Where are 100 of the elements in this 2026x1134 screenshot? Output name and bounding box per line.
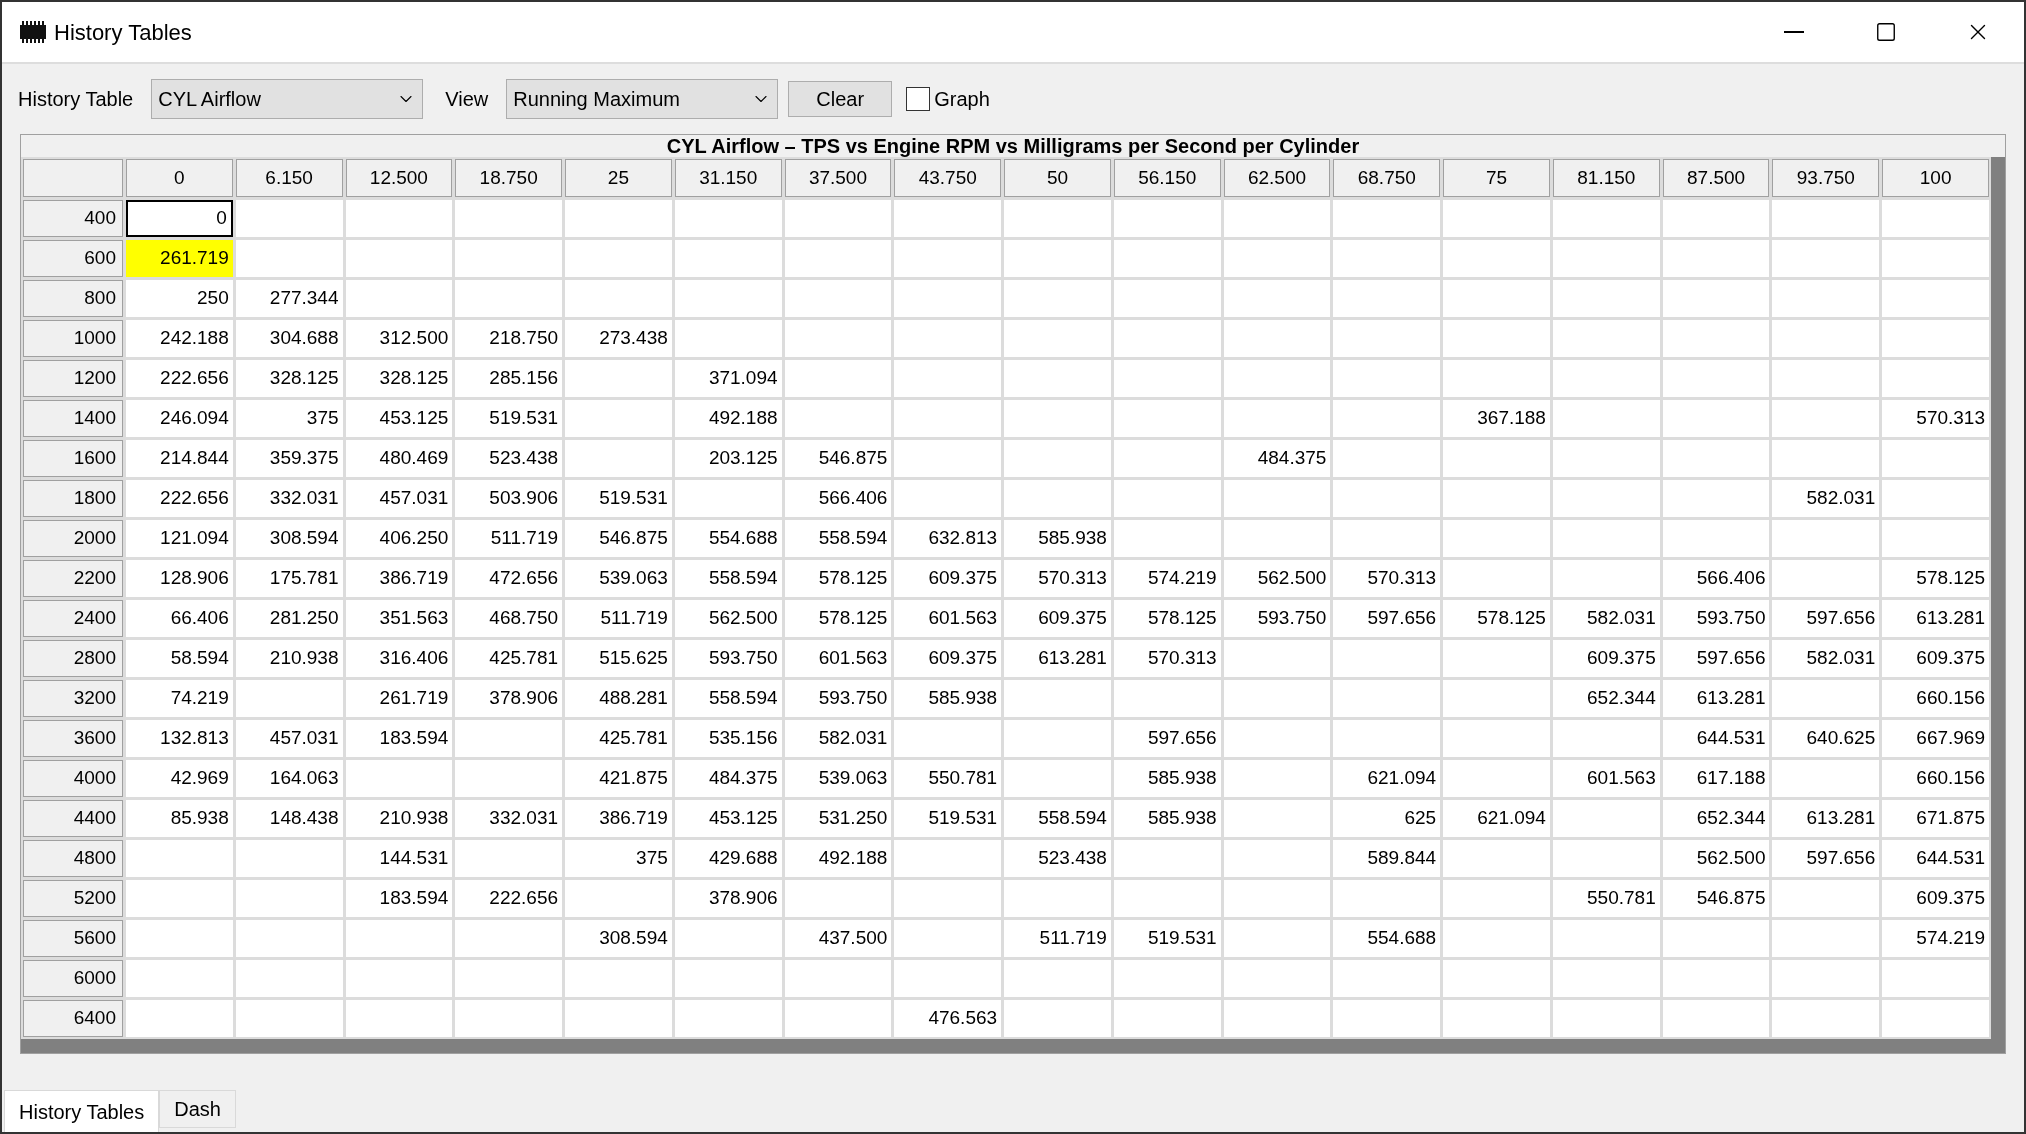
table-cell: 0 [126,200,233,237]
table-cell: 121.094 [126,520,233,557]
column-header: 0 [126,159,233,197]
table-cell: 285.156 [455,360,563,397]
clear-button[interactable]: Clear [788,81,893,117]
table-cell: 597.656 [1333,600,1441,637]
table-cell: 585.938 [1113,760,1221,797]
table-cell: 371.094 [674,360,782,397]
table-cell: 621.094 [1443,800,1550,837]
table-cell: 378.906 [455,680,563,717]
table-cell: 582.031 [1552,600,1660,637]
table-cell: 667.969 [1882,720,1989,757]
table-cell: 609.375 [1882,880,1989,917]
table-cell: 632.813 [894,520,1002,557]
row-header: 5200 [23,880,123,917]
table-cell: 328.125 [235,360,343,397]
column-header: 18.750 [455,159,563,197]
table-cell: 437.500 [784,920,892,957]
table-cell: 570.313 [1333,560,1441,597]
table-cell: 578.125 [784,560,892,597]
table-cell: 476.563 [894,1000,1002,1037]
column-header: 93.750 [1772,159,1880,197]
column-header: 100 [1882,159,1989,197]
table-cell: 597.656 [1772,840,1880,877]
table-cell: 273.438 [565,320,672,357]
table-cell: 558.594 [674,560,782,597]
table-cell: 375 [235,400,343,437]
bottom-tab[interactable]: Dash [159,1090,236,1128]
table-cell: 546.875 [1662,880,1770,917]
graph-checkbox[interactable] [906,87,931,111]
table-cell: 468.750 [455,600,563,637]
table-cell: 218.750 [455,320,563,357]
table-cell: 519.531 [1113,920,1221,957]
table-cell: 597.656 [1662,640,1770,677]
app-icon [18,21,48,43]
table-cell: 425.781 [455,640,563,677]
window-title: History Tables [54,18,192,47]
column-header: 81.150 [1552,159,1660,197]
history-table-dropdown[interactable]: CYL Airflow [151,79,424,119]
row-header: 2200 [23,560,123,597]
table-cell: 566.406 [1662,560,1770,597]
row-header: 1000 [23,320,123,357]
table-cell: 519.531 [565,480,672,517]
table-cell: 660.156 [1882,680,1989,717]
row-header: 4800 [23,840,123,877]
table-cell: 304.688 [235,320,343,357]
table-cell: 539.063 [565,560,672,597]
table-cell: 621.094 [1333,760,1441,797]
table-cell: 562.500 [1662,840,1770,877]
table-cell: 42.969 [126,760,233,797]
table-cell: 367.188 [1443,400,1550,437]
column-header: 50 [1004,159,1111,197]
table-cell: 308.594 [565,920,672,957]
table-cell: 246.094 [126,400,233,437]
row-header: 6000 [23,960,123,997]
row-header: 1600 [23,440,123,477]
column-header: 43.750 [894,159,1002,197]
table-cell: 613.281 [1662,680,1770,717]
table-cell: 570.313 [1882,400,1989,437]
vertical-scrollbar[interactable] [1991,157,2005,1039]
table-cell: 601.563 [1552,760,1660,797]
table-cell: 585.938 [894,680,1002,717]
column-header: 12.500 [345,159,453,197]
table-cell: 593.750 [674,640,782,677]
table-cell: 519.531 [894,800,1002,837]
horizontal-scrollbar[interactable] [21,1039,2005,1053]
row-header: 6400 [23,1000,123,1037]
table-cell: 613.281 [1004,640,1111,677]
table-cell: 308.594 [235,520,343,557]
table-cell: 484.375 [674,760,782,797]
table-cell: 316.406 [345,640,453,677]
table-cell: 175.781 [235,560,343,597]
table-cell: 128.906 [126,560,233,597]
table-cell: 421.875 [565,760,672,797]
table-cell: 386.719 [345,560,453,597]
table-cell: 406.250 [345,520,453,557]
table-cell: 523.438 [1004,840,1111,877]
table-cell: 183.594 [345,720,453,757]
maximize-icon [1875,21,1897,43]
table-cell: 453.125 [674,800,782,837]
table-cell: 359.375 [235,440,343,477]
table-cell: 593.750 [1662,600,1770,637]
table-cell: 574.219 [1113,560,1221,597]
row-header: 400 [23,200,123,237]
table-cell: 203.125 [674,440,782,477]
table-cell: 550.781 [894,760,1002,797]
table-cell: 582.031 [1772,480,1880,517]
table-cell: 558.594 [674,680,782,717]
bottom-tab[interactable]: History Tables [4,1090,160,1132]
table-cell: 453.125 [345,400,453,437]
table-cell: 503.906 [455,480,563,517]
table-cell: 609.375 [1882,640,1989,677]
table-cell: 332.031 [455,800,563,837]
table-cell: 609.375 [1552,640,1660,677]
view-dropdown[interactable]: Running Maximum [506,79,779,119]
table-cell: 574.219 [1882,920,1989,957]
table-cell: 484.375 [1223,440,1331,477]
table-cell: 539.063 [784,760,892,797]
table-cell: 589.844 [1333,840,1441,877]
table-cell: 480.469 [345,440,453,477]
